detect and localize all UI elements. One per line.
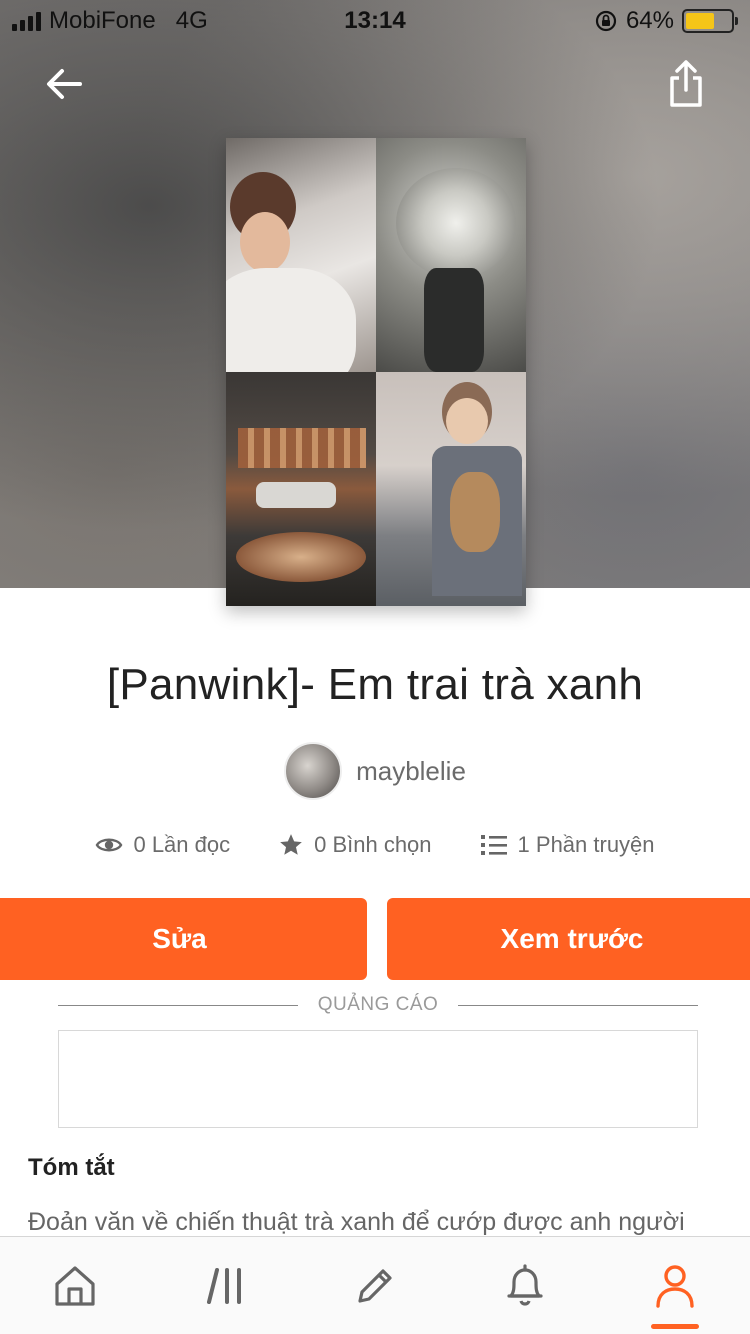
divider-line [58, 1004, 298, 1006]
author-name[interactable]: mayblelie [356, 756, 466, 787]
tab-home[interactable] [0, 1237, 150, 1334]
active-tab-indicator [651, 1324, 699, 1329]
story-cover[interactable] [226, 138, 526, 606]
tab-notifications[interactable] [450, 1237, 600, 1334]
eye-icon [96, 838, 123, 852]
tab-profile[interactable] [600, 1237, 750, 1334]
bottom-tab-bar [0, 1236, 750, 1334]
pencil-icon [358, 1269, 392, 1303]
divider-line [458, 1004, 698, 1006]
profile-icon [656, 1265, 694, 1308]
cover-photo-daisies [376, 138, 526, 372]
battery-percent: 64% [625, 7, 674, 34]
ad-divider: QUẢNG CÁO [58, 992, 698, 1018]
votes-count: 0 Bình chọn [314, 832, 432, 857]
edit-button[interactable]: Sửa [0, 898, 367, 980]
status-right: 64% [594, 7, 738, 35]
reads-stat: 0 Lần đọc [95, 832, 230, 858]
ad-label: QUẢNG CÁO [317, 994, 439, 1015]
bell-icon [507, 1264, 543, 1306]
parts-count: 1 Phần truyện [517, 832, 655, 857]
cover-photo-boy-cafe [226, 138, 376, 372]
share-icon [670, 60, 702, 107]
back-button[interactable] [34, 54, 94, 114]
avatar[interactable] [284, 742, 343, 800]
home-icon [55, 1266, 95, 1306]
story-details-screen: MobiFone 4G 13:14 64% [Panwink]- Em trai… [0, 0, 750, 1334]
summary-heading: Tóm tắt [28, 1154, 115, 1181]
tab-write[interactable] [300, 1237, 450, 1334]
story-title: [Panwink]- Em trai trà xanh [106, 660, 644, 709]
tab-library[interactable] [150, 1237, 300, 1334]
author-row[interactable]: mayblelie [0, 742, 750, 800]
rotation-lock-icon [595, 10, 617, 32]
parts-stat: 1 Phần truyện [480, 832, 655, 858]
star-icon [280, 834, 302, 855]
story-stats: 0 Lần đọc 0 Bình chọn 1 Phần truyện [0, 832, 750, 858]
preview-button[interactable]: Xem trước [387, 898, 750, 980]
library-icon [207, 1268, 241, 1304]
cover-photo-boy-bouquet [376, 372, 526, 606]
votes-stat: 0 Bình chọn [278, 832, 432, 858]
battery-fill [686, 13, 715, 29]
reads-count: 0 Lần đọc [133, 832, 231, 857]
battery-icon [682, 9, 738, 33]
summary-text: Đoản văn về chiến thuật trà xanh để cướp… [28, 1208, 685, 1236]
ad-slot[interactable] [58, 1030, 698, 1128]
list-icon [480, 835, 507, 855]
status-bar: MobiFone 4G 13:14 64% [0, 0, 750, 40]
cover-photo-bakery [226, 372, 376, 606]
share-button[interactable] [656, 54, 716, 114]
arrow-left-icon [47, 69, 82, 99]
